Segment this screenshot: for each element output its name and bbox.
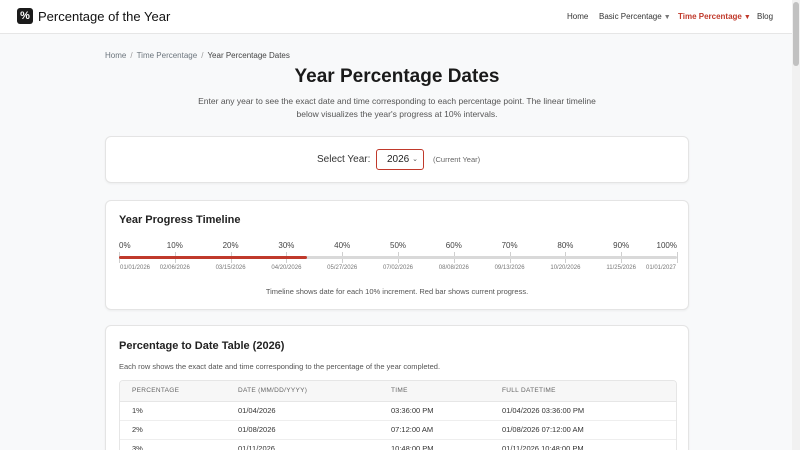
- timeline-track: [119, 256, 677, 259]
- cell-full-datetime: 01/08/2026 07:12:00 AM: [502, 420, 676, 440]
- timeline-date-label: 08/08/2026: [438, 265, 469, 271]
- timeline-percent-label: 80%: [557, 241, 574, 250]
- chevron-down-icon: ▼: [663, 14, 671, 21]
- breadcrumb-current: Year Percentage Dates: [207, 51, 290, 60]
- page-title: Year Percentage Dates: [294, 66, 500, 87]
- timeline-note: Timeline shows date for each 10% increme…: [265, 287, 529, 296]
- timeline-tick: [677, 252, 678, 263]
- timeline-date-label: 03/15/2026: [215, 265, 246, 271]
- timeline-date-label: 04/20/2026: [271, 265, 302, 271]
- table-header-row: PERCENTAGE DATE (MM/DD/YYYY) TIME FULL D…: [120, 381, 676, 402]
- breadcrumb: Home / Time Percentage / Year Percentage Dat…: [105, 51, 290, 60]
- year-select[interactable]: 2026 ⌄: [376, 149, 424, 170]
- table-row: 3% 01/11/2026 10:48:00 PM 01/11/2026 10:…: [120, 439, 676, 450]
- cell-time: 10:48:00 PM: [391, 439, 502, 450]
- timeline-percent-label: 0%: [119, 241, 131, 250]
- table-title: Percentage to Date Table (2026): [119, 340, 285, 352]
- chevron-down-icon: ▼: [743, 14, 751, 21]
- year-select-value: 2026: [387, 154, 410, 165]
- timeline-percent-label: 100%: [656, 241, 677, 250]
- select-year-label: Select Year:: [317, 154, 371, 165]
- timeline-title: Year Progress Timeline: [119, 214, 241, 226]
- timeline-date-label: 09/13/2026: [494, 265, 525, 271]
- timeline-percent-label: 20%: [222, 241, 239, 250]
- timeline-date-label: 05/27/2026: [327, 265, 358, 271]
- timeline-card: Year Progress Timeline 0% 01/01/2026 10% 02…: [105, 200, 689, 310]
- site-header: % Percentage of the Year Home Basic Perc…: [0, 0, 800, 34]
- timeline-percent-label: 40%: [334, 241, 351, 250]
- timeline-percent-label: 60%: [445, 241, 462, 250]
- nav-time-percentage[interactable]: Time Percentage ▼: [678, 12, 751, 21]
- cell-time: 03:36:00 PM: [391, 401, 502, 421]
- brand-name[interactable]: Percentage of the Year: [38, 9, 170, 24]
- table-card: Percentage to Date Table (2026) Each row…: [105, 325, 689, 450]
- cell-date: 01/11/2026: [238, 439, 391, 450]
- breadcrumb-time-percentage[interactable]: Time Percentage: [137, 51, 198, 60]
- chevron-down-icon: ⌄: [412, 156, 418, 163]
- current-year-note: (Current Year): [433, 155, 481, 164]
- cell-percentage: 3%: [120, 439, 238, 450]
- table-row: 2% 01/08/2026 07:12:00 AM 01/08/2026 07:…: [120, 420, 676, 440]
- nav-basic-percentage[interactable]: Basic Percentage ▼: [599, 12, 671, 21]
- table-description: Each row shows the exact date and time c…: [119, 362, 441, 371]
- breadcrumb-separator: /: [130, 51, 133, 60]
- nav-home[interactable]: Home: [567, 12, 588, 21]
- timeline-date-label: 11/25/2026: [606, 265, 636, 271]
- year-select-card: Select Year: 2026 ⌄ (Current Year): [105, 136, 689, 183]
- column-header-date: DATE (MM/DD/YYYY): [238, 381, 391, 402]
- cell-date: 01/08/2026: [238, 420, 391, 440]
- column-header-percentage: PERCENTAGE: [120, 381, 238, 402]
- timeline-date-label: 10/20/2026: [550, 265, 581, 271]
- timeline-percent-label: 10%: [166, 241, 183, 250]
- cell-percentage: 1%: [120, 401, 238, 421]
- timeline-date-label: 01/01/2026: [119, 265, 151, 271]
- page-description: Enter any year to see the exact date and…: [198, 96, 596, 119]
- cell-time: 07:12:00 AM: [391, 420, 502, 440]
- cell-full-datetime: 01/11/2026 10:48:00 PM: [502, 439, 676, 450]
- breadcrumb-separator: /: [201, 51, 204, 60]
- timeline-percent-label: 90%: [613, 241, 630, 250]
- table-row: 1% 01/04/2026 03:36:00 PM 01/04/2026 03:…: [120, 401, 676, 421]
- percent-logo-icon[interactable]: %: [17, 8, 33, 24]
- nav-blog[interactable]: Blog: [757, 12, 773, 21]
- column-header-full-datetime: FULL DATETIME: [502, 381, 676, 402]
- timeline-progress-bar: [119, 256, 308, 259]
- breadcrumb-home[interactable]: Home: [105, 51, 126, 60]
- timeline-percent-label: 30%: [278, 241, 295, 250]
- cell-full-datetime: 01/04/2026 03:36:00 PM: [502, 401, 676, 421]
- percentage-date-table: PERCENTAGE DATE (MM/DD/YYYY) TIME FULL D…: [119, 380, 677, 450]
- timeline-percent-label: 70%: [501, 241, 518, 250]
- column-header-time: TIME: [391, 381, 502, 402]
- timeline-percent-label: 50%: [389, 241, 407, 250]
- cell-date: 01/04/2026: [238, 401, 391, 421]
- scrollbar-thumb[interactable]: [793, 2, 799, 66]
- cell-percentage: 2%: [120, 420, 238, 440]
- timeline-date-label: 02/06/2026: [159, 265, 190, 271]
- timeline-date-label: 07/02/2026: [382, 265, 414, 271]
- timeline-date-label: 01/01/2027: [645, 265, 677, 271]
